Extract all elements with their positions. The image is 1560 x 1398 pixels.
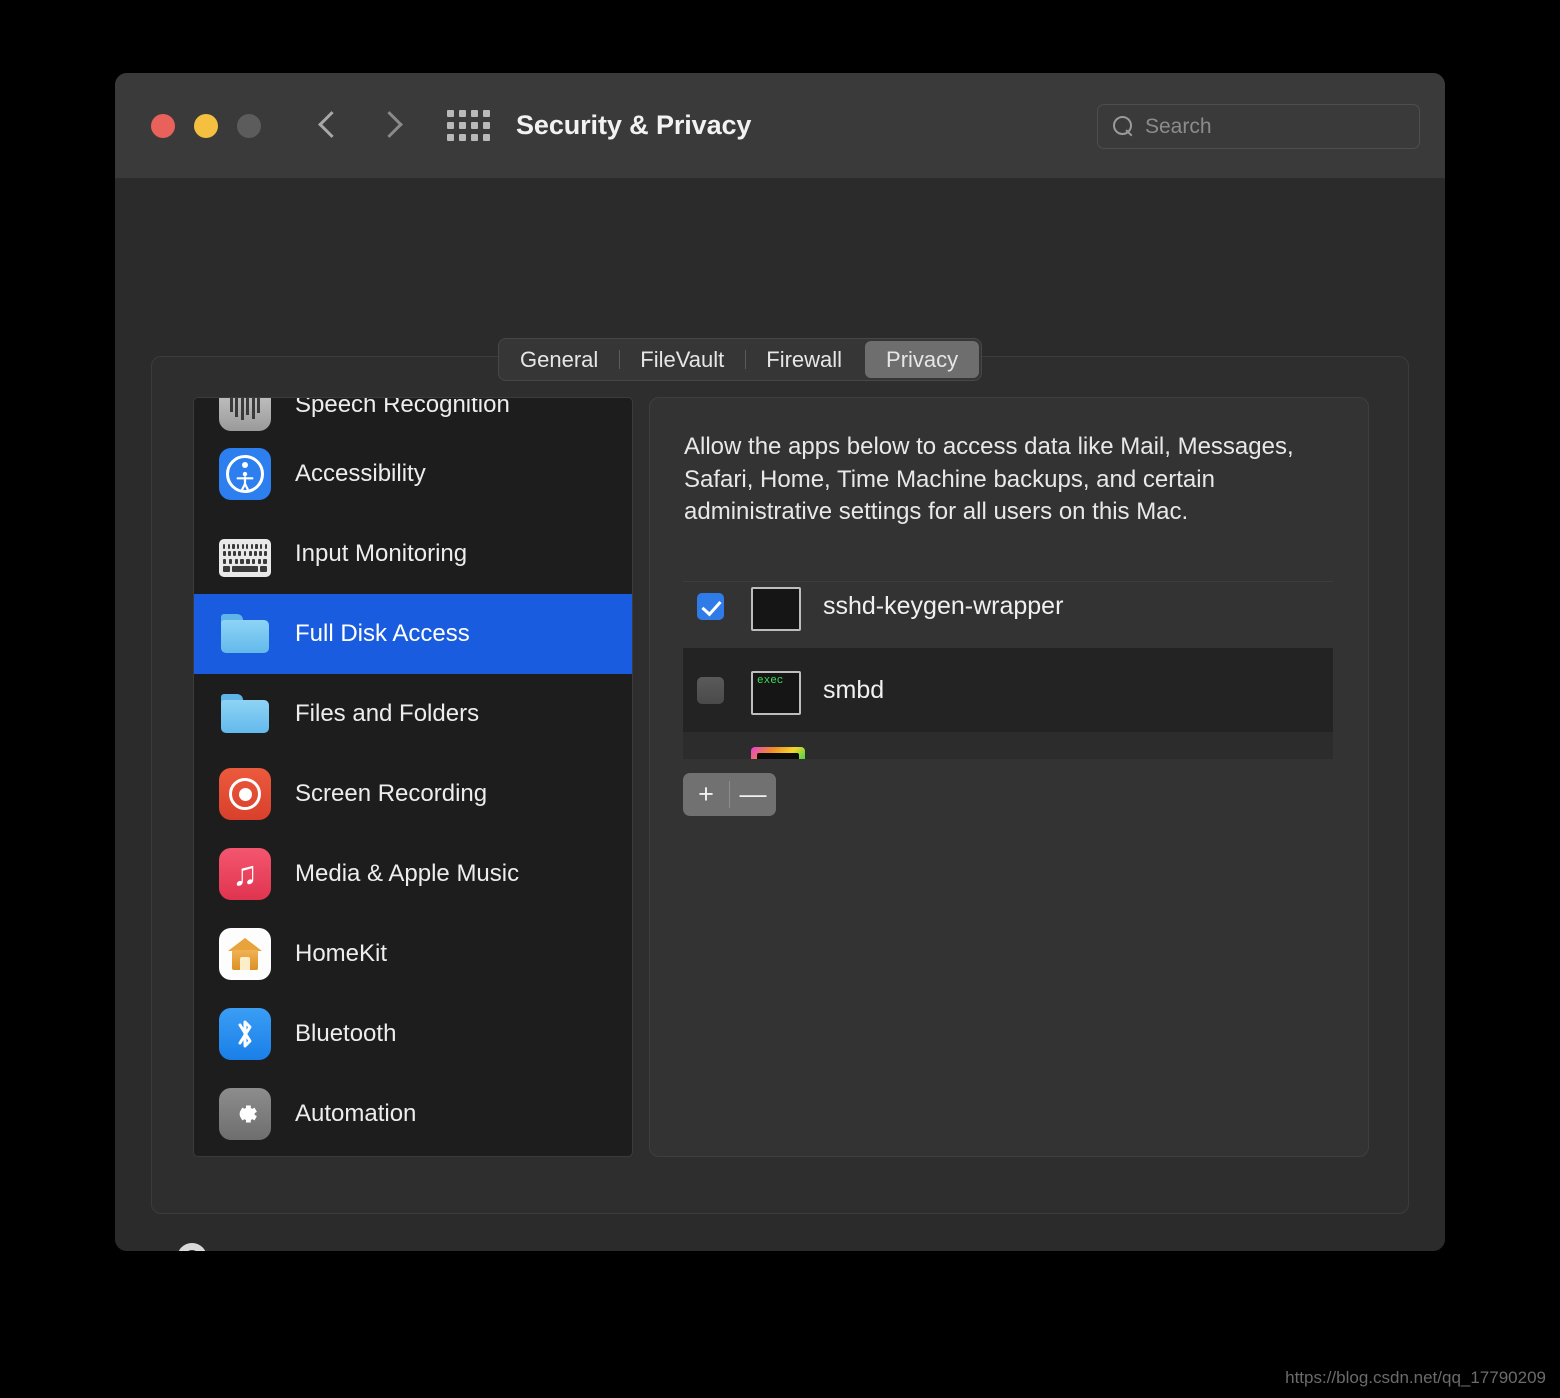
show-all-grid-icon[interactable] [447, 110, 490, 141]
minimize-button[interactable] [194, 113, 218, 138]
search-input[interactable] [1145, 114, 1419, 139]
sidebar-item-speech-recognition[interactable]: Speech Recognition [194, 397, 632, 434]
watermark-url: https://blog.csdn.net/qq_17790209 [1285, 1368, 1546, 1387]
accessibility-icon [219, 448, 271, 500]
sidebar-item-label: Files and Folders [295, 700, 480, 727]
window-body: Speech Recognition Accessibility Input M… [115, 178, 1445, 1251]
privacy-category-list[interactable]: Speech Recognition Accessibility Input M… [193, 397, 633, 1157]
remove-app-button[interactable]: — [730, 773, 776, 816]
window-footer: Click the lock to prevent further change… [115, 1233, 1445, 1251]
search-field[interactable] [1097, 104, 1420, 149]
forward-chevron-icon[interactable] [378, 109, 400, 143]
app-name: smbd [823, 675, 885, 704]
app-name: sshd-keygen-wrapper [823, 591, 1064, 620]
add-app-button[interactable]: + [683, 773, 729, 816]
sidebar-item-label: Speech Recognition [295, 397, 510, 418]
bluetooth-icon [219, 1008, 271, 1060]
navigation-arrows [318, 109, 400, 143]
speech-recognition-icon [219, 398, 271, 431]
sidebar-item-label: Full Disk Access [295, 620, 470, 647]
search-icon [1113, 115, 1135, 138]
sidebar-item-automation[interactable]: Automation [194, 1074, 632, 1154]
unlocked-padlock-icon[interactable] [163, 1243, 229, 1251]
folder-icon [219, 608, 271, 660]
tab-general[interactable]: General [499, 341, 619, 378]
exec-label: exec [757, 674, 784, 687]
sidebar-item-accessibility[interactable]: Accessibility [194, 434, 632, 514]
tab-privacy[interactable]: Privacy [865, 341, 980, 378]
app-checkbox[interactable] [697, 676, 724, 704]
sidebar-item-label: Input Monitoring [295, 540, 468, 567]
preferences-card: Speech Recognition Accessibility Input M… [151, 356, 1409, 1214]
sidebar-item-full-disk-access[interactable]: Full Disk Access [194, 594, 632, 674]
executable-icon [751, 586, 801, 631]
full-disk-access-panel: Allow the apps below to access data like… [649, 397, 1369, 1157]
sidebar-item-label: Bluetooth [295, 1020, 397, 1047]
table-row[interactable]: NASM er NASMer [683, 732, 1333, 759]
keyboard-icon [219, 538, 271, 577]
executable-exec-icon: exec [751, 670, 801, 715]
sidebar-item-label: Media & Apple Music [295, 860, 520, 887]
sidebar-item-screen-recording[interactable]: Screen Recording [194, 754, 632, 834]
traffic-light-buttons [151, 113, 261, 138]
add-remove-segmented-control[interactable]: + — [683, 773, 776, 816]
page-title: Security & Privacy [516, 110, 752, 140]
table-row[interactable]: exec smbd [683, 648, 1333, 732]
preference-tabs[interactable]: General FileVault Firewall Privacy [498, 338, 983, 381]
window-titlebar: Security & Privacy [115, 73, 1445, 178]
table-row[interactable]: sshd-keygen-wrapper [683, 582, 1333, 648]
back-chevron-icon[interactable] [318, 109, 340, 143]
sidebar-item-media-apple-music[interactable]: ♫ Media & Apple Music [194, 834, 632, 914]
sidebar-item-label: HomeKit [295, 940, 388, 967]
nasmer-app-icon: NASM er [751, 747, 805, 759]
security-privacy-window: Security & Privacy Speech Recognition [115, 73, 1445, 1251]
sidebar-item-label: Screen Recording [295, 780, 488, 807]
sidebar-item-homekit[interactable]: HomeKit [194, 914, 632, 994]
panel-description: Allow the apps below to access data like… [684, 433, 1294, 526]
sidebar-item-label: Automation [295, 1100, 417, 1127]
music-note-icon: ♫ [219, 848, 271, 900]
screen-recording-icon [219, 768, 271, 820]
home-icon [219, 928, 271, 980]
folder-icon [219, 688, 271, 740]
gear-icon [219, 1088, 271, 1140]
sidebar-item-files-and-folders[interactable]: Files and Folders [194, 674, 632, 754]
sidebar-item-bluetooth[interactable]: Bluetooth [194, 994, 632, 1074]
allowed-apps-list[interactable]: sshd-keygen-wrapper exec smbd [683, 581, 1333, 759]
tab-filevault[interactable]: FileVault [619, 341, 745, 378]
sidebar-item-label: Accessibility [295, 460, 426, 487]
close-button[interactable] [151, 113, 175, 138]
app-checkbox[interactable] [697, 592, 724, 620]
tab-firewall[interactable]: Firewall [745, 341, 863, 378]
sidebar-item-input-monitoring[interactable]: Input Monitoring [194, 514, 632, 594]
zoom-button[interactable] [237, 113, 261, 138]
